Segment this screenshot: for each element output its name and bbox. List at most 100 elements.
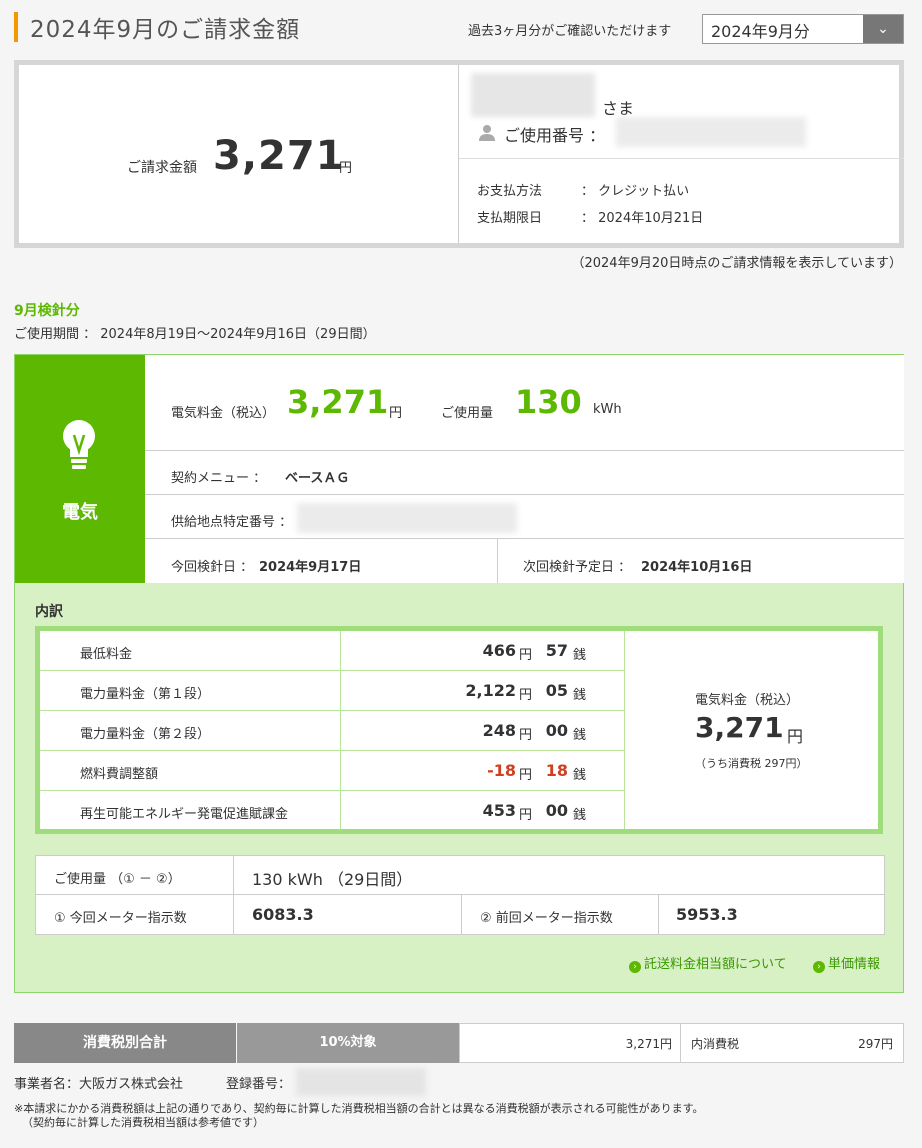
- table-row: 電力量料金（第２段） 248 円 00 銭: [40, 711, 624, 751]
- usage-value: 130: [515, 383, 582, 421]
- sen-unit: 銭: [572, 688, 586, 703]
- yen-value: 466: [482, 641, 516, 660]
- breakdown-table: 最低料金 466 円 57 銭 電力量料金（第１段） 2,122 円 05 銭 …: [35, 626, 883, 834]
- title-accent-bar: [14, 12, 18, 42]
- sen-unit: 銭: [572, 648, 586, 663]
- row-label: 電力量料金（第２段）: [80, 727, 211, 742]
- total-label: 電気料金（税込）: [695, 693, 800, 708]
- due-date-value: ： 2024年10月21日: [581, 211, 704, 226]
- table-row: 電力量料金（第１段） 2,122 円 05 銭: [40, 671, 624, 711]
- sen-unit: 銭: [572, 768, 586, 783]
- tax-total-header: 消費税別合計: [14, 1023, 236, 1063]
- user-icon: [479, 125, 495, 141]
- menu-value: ベースＡＧ: [285, 471, 350, 486]
- registration-label: 登録番号：: [226, 1077, 292, 1092]
- usage-period: ご使用期間 ： 2024年8月19日～2024年9月16日（29日間）: [14, 327, 376, 342]
- next-reading-date: 2024年10月16日: [641, 560, 753, 575]
- breakdown-title: 内訳: [35, 604, 63, 620]
- sen-value: 00: [545, 721, 568, 740]
- tax-amount-cell: 3,271円: [459, 1023, 681, 1063]
- sen-value: 00: [545, 801, 568, 820]
- supply-point-redacted: [297, 503, 517, 533]
- electricity-panel: 電気 電気料金（税込） 3,271 円 ご使用量 130 kWh 契約メニュー …: [14, 354, 904, 993]
- chevron-down-icon[interactable]: ⌄: [863, 15, 903, 43]
- period-note: 過去3ヶ月分がご確認いただけます: [468, 24, 672, 39]
- previous-meter-label: ② 前回メーター指示数: [480, 911, 613, 926]
- sen-unit: 銭: [572, 808, 586, 823]
- electricity-label: 電気: [62, 502, 98, 523]
- chevron-right-icon: ›: [813, 961, 825, 973]
- reading-month: 9月検針分: [14, 303, 80, 319]
- as-of-note: （2024年9月20日時点のご請求情報を表示しています）: [571, 256, 902, 271]
- tax-included-value: 297円: [858, 1037, 893, 1051]
- total-unit: 円: [787, 727, 804, 746]
- sen-value: 18: [545, 761, 568, 780]
- fee-unit: 円: [389, 406, 403, 421]
- next-reading-label: 次回検針予定日 ：: [523, 560, 632, 575]
- chevron-right-icon: ›: [629, 961, 641, 973]
- yen-unit: 円: [518, 808, 532, 823]
- month-select-value: 2024年9月分: [711, 22, 810, 41]
- current-reading-label: 今回検針日 ：: [171, 560, 254, 575]
- tax-note: （うち消費税 297円）: [695, 757, 808, 770]
- menu-label: 契約メニュー ：: [171, 471, 267, 486]
- business-name: 事業者名：大阪ガス株式会社: [14, 1077, 184, 1092]
- tax-included-cell: 内消費税 297円: [681, 1023, 904, 1063]
- yen-unit: 円: [518, 768, 532, 783]
- amount-value: 3,271: [213, 133, 345, 179]
- yen-unit: 円: [518, 648, 532, 663]
- usage-unit: kWh: [593, 402, 622, 417]
- tax-amount: 3,271円: [625, 1037, 672, 1051]
- yen-unit: 円: [518, 688, 532, 703]
- fee-value: 3,271: [287, 383, 389, 421]
- yen-value: 453: [482, 801, 516, 820]
- current-meter-value: 6083.3: [252, 905, 314, 924]
- yen-value: 2,122: [465, 681, 516, 700]
- yen-unit: 円: [518, 728, 532, 743]
- unit-price-link-label: 単価情報: [828, 957, 881, 972]
- current-reading-date: 2024年9月17日: [259, 560, 362, 575]
- meter-usage-value: 130 kWh （29日間）: [252, 870, 413, 889]
- usage-label: ご使用量: [441, 406, 494, 421]
- sen-value: 57: [545, 641, 568, 660]
- total-value: 3,271: [695, 711, 784, 744]
- yen-value: 248: [482, 721, 516, 740]
- amount-label: ご請求金額: [127, 160, 197, 176]
- consignment-link-label: 託送料金相当額について: [644, 957, 787, 972]
- row-label: 燃料費調整額: [80, 767, 159, 782]
- previous-meter-value: 5953.3: [676, 905, 738, 924]
- table-row: 最低料金 466 円 57 銭: [40, 631, 624, 671]
- registration-redacted: [296, 1068, 426, 1096]
- tax-rate: 10%対象: [237, 1023, 459, 1063]
- table-row: 再生可能エネルギー発電促進賦課金 453 円 00 銭: [40, 791, 624, 831]
- divider: [497, 539, 498, 583]
- payment-method-label: お支払方法: [477, 184, 543, 199]
- row-label: 電力量料金（第１段）: [80, 687, 211, 702]
- consignment-link[interactable]: › 託送料金相当額について: [629, 953, 787, 973]
- supply-point-label: 供給地点特定番号 ：: [171, 515, 293, 530]
- meter-table: ご使用量 （① － ②） 130 kWh （29日間） ① 今回メーター指示数 …: [35, 855, 885, 935]
- electricity-side-tab: 電気: [15, 355, 145, 583]
- lightbulb-icon: [63, 420, 95, 469]
- month-select[interactable]: 2024年9月分 ⌄: [702, 14, 904, 44]
- user-number-redacted: [616, 117, 806, 147]
- breakdown-total: 電気料金（税込） 3,271 円 （うち消費税 297円）: [624, 631, 878, 829]
- billing-summary: ご請求金額 3,271 円 さま ご使用番号 ： お支払方法 ： クレジット払い…: [14, 60, 904, 248]
- table-row: 燃料費調整額 -18 円 18 銭: [40, 751, 624, 791]
- customer-name-redacted: [471, 73, 595, 117]
- payment-method-value: ： クレジット払い: [581, 184, 690, 199]
- honorific: さま: [602, 99, 635, 118]
- divider: [459, 158, 904, 159]
- yen-value: -18: [487, 761, 516, 780]
- sen-value: 05: [545, 681, 568, 700]
- footnote: （契約毎に計算した消費税相当額は参考値です）: [22, 1116, 264, 1129]
- page-title: 2024年9月のご請求金額: [30, 17, 301, 43]
- current-meter-label: ① 今回メーター指示数: [54, 911, 187, 926]
- row-label: 最低料金: [80, 647, 133, 662]
- unit-price-link[interactable]: › 単価情報: [813, 953, 880, 973]
- electricity-info: 電気料金（税込） 3,271 円 ご使用量 130 kWh 契約メニュー ： ベ…: [145, 355, 904, 583]
- user-number-label: ご使用番号 ：: [504, 126, 606, 145]
- row-label: 再生可能エネルギー発電促進賦課金: [80, 807, 289, 822]
- amount-unit: 円: [339, 161, 353, 176]
- tax-included-label: 内消費税: [691, 1037, 740, 1051]
